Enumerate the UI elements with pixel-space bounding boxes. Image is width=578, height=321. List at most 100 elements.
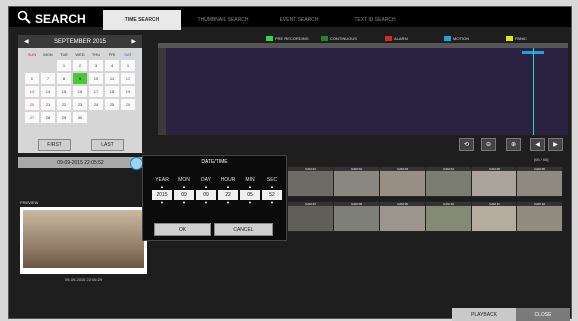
timeline-cursor[interactable] [533,48,534,135]
calendar-day[interactable]: 25 [105,99,119,110]
calendar-day [104,111,120,122]
calendar-day[interactable]: 18 [105,86,119,97]
weekday-header: FRI [108,52,116,57]
tab-text-id-search[interactable]: TEXT ID SEARCH [339,11,411,29]
calendar-day[interactable]: 26 [121,99,135,110]
calendar-day[interactable]: 13 [25,86,39,97]
tab-label: EVENT SEARCH [279,17,319,23]
calendar-day[interactable]: 20 [25,99,39,110]
thumbnail[interactable]: CAM 02 [333,166,380,197]
calendar-day[interactable]: 5 [121,60,135,71]
calendar-day[interactable]: 17 [89,86,103,97]
decrement-icon[interactable]: ▼ [240,200,260,206]
calendar-day[interactable]: 2 [73,60,87,71]
tab-thumbnail-search[interactable]: THUMBNAIL SEARCH [187,11,259,29]
legend-label: ALARM [394,35,408,41]
thumbnail[interactable]: CAM 09 [379,201,426,232]
calendar-day[interactable]: 23 [73,99,87,110]
prev-month-icon[interactable]: ◀ [24,38,29,45]
first-button[interactable]: FIRST [38,139,71,151]
thumbnail-label: CAM 03 [380,167,425,171]
calendar-day[interactable]: 14 [41,86,55,97]
calendar-day[interactable]: 24 [89,99,103,110]
datetime-field: DAY ▲ 09 ▼ [196,177,216,206]
field-value[interactable]: 22 [218,190,238,200]
weekday-header: WED [75,52,85,57]
decrement-icon[interactable]: ▼ [174,200,194,206]
legend-swatch [321,35,328,41]
thumbnail-label: CAM 07 [288,202,333,206]
weekday-header: TUE [60,52,68,57]
cancel-label: CANCEL [233,226,254,233]
datetime-field: MON ▲ 09 ▼ [174,177,194,206]
next-month-icon[interactable]: ▶ [131,38,136,45]
thumbnail[interactable]: CAM 08 [333,201,380,232]
calendar-day[interactable]: 10 [89,73,103,84]
decrement-icon[interactable]: ▼ [196,200,216,206]
search-icon [17,10,31,27]
datetime-display[interactable]: 09-09-2015 22:05:52 [18,157,143,168]
thumbnail[interactable]: CAM 05 [471,166,518,197]
calendar-day[interactable]: 4 [105,60,119,71]
prev-icon[interactable]: ◀ [530,138,545,151]
tab-label: THUMBNAIL SEARCH [197,17,249,23]
close-button[interactable]: CLOSE [516,308,570,321]
zoom-out-icon[interactable]: ⊖ [481,138,496,151]
calendar-day[interactable]: 9 [73,73,87,84]
calendar-header: ◀ SEPTEMBER 2015 ▶ [18,35,142,48]
thumbnail[interactable]: CAM 12 [516,201,563,232]
ok-button[interactable]: OK [154,223,211,236]
preview-panel [20,207,147,274]
legend-item: CONTINUOUS [321,34,357,42]
calendar-day [40,59,56,70]
tab-event-search[interactable]: EVENT SEARCH [265,11,333,29]
datetime-field: MIN ▲ 05 ▼ [240,177,260,206]
calendar-day[interactable]: 6 [25,73,39,84]
legend-swatch [385,35,392,41]
calendar-day[interactable]: 15 [57,86,71,97]
thumbnail[interactable]: CAM 07 [287,201,334,232]
calendar-day[interactable]: 19 [121,86,135,97]
field-value[interactable]: 09 [196,190,216,200]
decrement-icon[interactable]: ▼ [218,200,238,206]
calendar-day[interactable]: 11 [105,73,119,84]
tab-label: TEXT ID SEARCH [354,17,396,23]
thumbnail[interactable]: CAM 11 [471,201,518,232]
field-value[interactable]: 09 [174,190,194,200]
tab-time-search[interactable]: TIME SEARCH [103,10,181,30]
decrement-icon[interactable]: ▼ [262,200,282,206]
field-value[interactable]: 05 [240,190,260,200]
next-icon[interactable]: ▶ [548,138,563,151]
decrement-icon[interactable]: ▼ [152,200,172,206]
last-button[interactable]: LAST [91,139,124,151]
thumbnail[interactable]: CAM 04 [425,166,472,197]
thumbnail[interactable]: CAM 03 [379,166,426,197]
calendar-day[interactable]: 30 [73,112,87,123]
cancel-button[interactable]: CANCEL [214,223,273,236]
calendar-day[interactable]: 12 [121,73,135,84]
calendar-day[interactable]: 16 [73,86,87,97]
playback-label: PLAYBACK [470,311,498,318]
field-value[interactable]: 2015 [152,190,172,200]
calendar-day[interactable]: 3 [89,60,103,71]
field-label: SEC [266,177,278,183]
refresh-icon[interactable]: ⟲ [459,138,474,151]
zoom-in-icon[interactable]: ⊕ [506,138,521,151]
calendar-day[interactable]: 7 [41,73,55,84]
calendar-day[interactable]: 8 [57,73,71,84]
timeline-panel[interactable] [158,43,568,135]
calendar-day[interactable]: 21 [41,99,55,110]
datetime-field: SEC ▲ 52 ▼ [262,177,282,206]
field-value[interactable]: 52 [262,190,282,200]
thumbnail[interactable]: CAM 10 [425,201,472,232]
calendar-day[interactable]: 1 [57,60,71,71]
thumbnail[interactable]: CAM 06 [516,166,563,197]
ok-label: OK [178,226,187,233]
calendar-day[interactable]: 27 [25,112,39,123]
calendar-day[interactable]: 29 [57,112,71,123]
playback-button[interactable]: PLAYBACK [452,308,516,321]
calendar-day[interactable]: 28 [41,112,55,123]
calendar-day[interactable]: 22 [57,99,71,110]
thumbnail[interactable]: CAM 01 [287,166,334,197]
legend-item: PRE RECORDING [266,34,309,42]
